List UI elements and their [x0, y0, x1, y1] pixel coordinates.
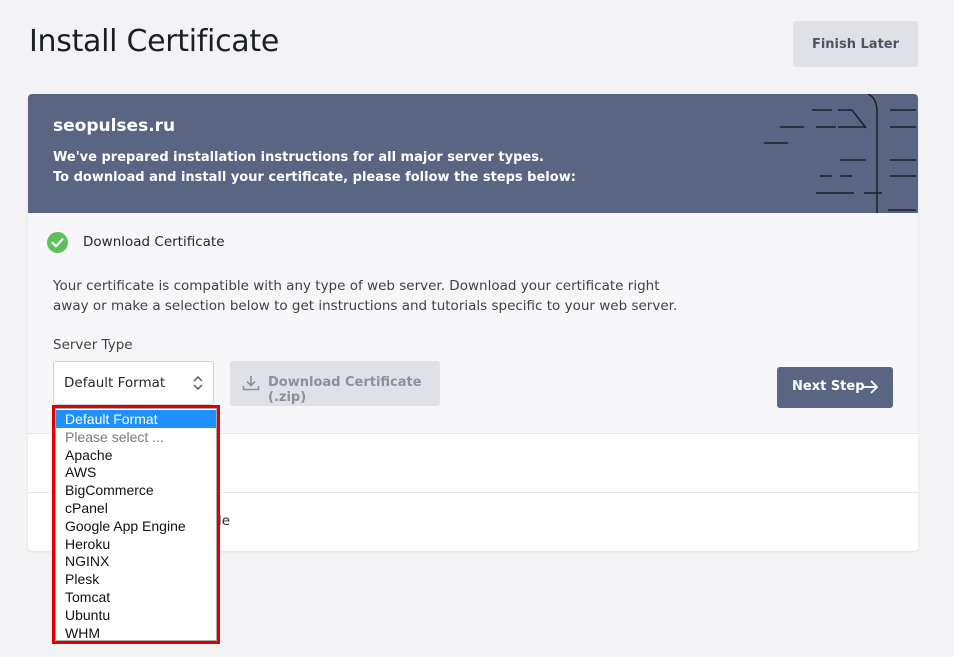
dropdown-option[interactable]: Google App Engine — [56, 517, 216, 535]
dropdown-option[interactable]: Tomcat — [56, 588, 216, 606]
dropdown-option[interactable]: AWS — [56, 463, 216, 481]
step-title: Download Certificate — [83, 234, 225, 250]
server-type-label: Server Type — [53, 337, 133, 353]
server-type-dropdown-list: Default Format Please select ... Apache AWS… — [52, 405, 220, 644]
banner-line-2: To download and install your certificate… — [53, 170, 576, 185]
page-title: Install Certificate — [29, 24, 279, 59]
dropdown-option[interactable]: Ubuntu — [56, 606, 216, 624]
next-step-button[interactable]: Next Step — [777, 367, 893, 408]
dropdown-option[interactable]: cPanel — [56, 499, 216, 517]
download-certificate-button[interactable]: Download Certificate (.zip) — [230, 361, 440, 406]
dropdown-option[interactable]: Heroku — [56, 535, 216, 553]
next-step-label: Next Step — [792, 379, 865, 394]
finish-later-button[interactable]: Finish Later — [793, 21, 918, 67]
dropdown-option[interactable]: Please select ... — [56, 428, 216, 446]
server-type-select[interactable]: Default Format — [53, 361, 214, 405]
dropdown-option[interactable]: Plesk — [56, 570, 216, 588]
domain-name: seopulses.ru — [53, 116, 176, 136]
decorative-lines-graphic — [764, 94, 916, 213]
step-description: Your certificate is compatible with any … — [53, 278, 678, 314]
domain-banner: seopulses.ru We've prepared installation… — [28, 94, 918, 213]
check-circle-icon — [47, 232, 68, 253]
dropdown-option[interactable]: Apache — [56, 446, 216, 464]
step-download-certificate: Download Certificate Your certificate is… — [28, 213, 918, 433]
download-icon — [242, 376, 260, 391]
download-certificate-label: Download Certificate (.zip) — [268, 375, 422, 405]
server-type-selected-value: Default Format — [64, 375, 166, 391]
dropdown-option[interactable]: BigCommerce — [56, 481, 216, 499]
dropdown-option[interactable]: WHM — [56, 624, 216, 642]
dropdown-options: Default Format Please select ... Apache AWS… — [55, 408, 217, 641]
chevron-up-down-icon — [193, 375, 203, 391]
dropdown-option[interactable]: NGINX — [56, 552, 216, 570]
dropdown-option[interactable]: Default Format — [56, 410, 216, 428]
banner-line-1: We've prepared installation instructions… — [53, 150, 544, 165]
arrow-right-icon — [863, 380, 878, 394]
